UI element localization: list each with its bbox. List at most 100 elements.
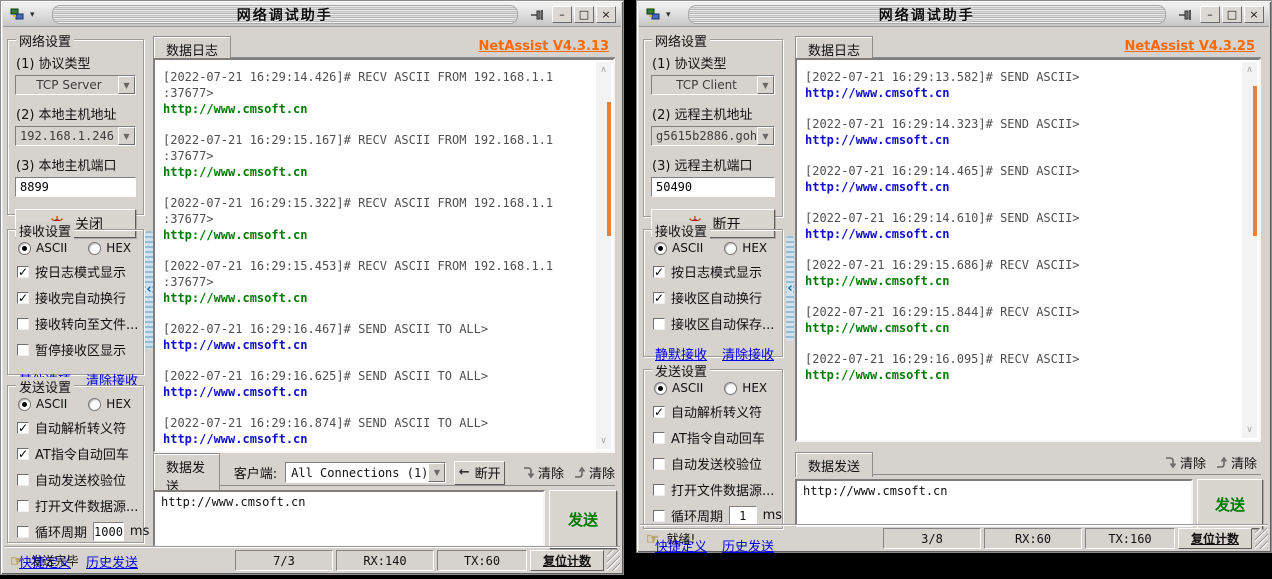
pin-icon[interactable] [528, 7, 546, 23]
dropdown-arrow-icon[interactable]: ▼ [757, 76, 774, 94]
log-area[interactable]: [2022-07-21 16:29:13.582]# SEND ASCII>ht… [795, 58, 1261, 442]
checkbox-cycle-period[interactable]: 循环周期 1000 ms [17, 522, 143, 541]
checkbox-parse-escape[interactable]: 自动解析转义符 [653, 402, 782, 421]
radio-ascii[interactable] [18, 398, 31, 411]
clear-receive-link[interactable]: 清除接收 [722, 344, 774, 363]
port-input[interactable]: 50490 [651, 177, 775, 197]
maximize-button[interactable]: □ [574, 6, 594, 23]
radio-hex[interactable] [88, 398, 101, 411]
protocol-select[interactable]: TCP Client ▼ [651, 75, 775, 95]
minimize-button[interactable]: – [1200, 6, 1220, 23]
version-link[interactable]: NetAssist V4.3.13 [478, 39, 609, 54]
menu-caret-icon[interactable]: ▾ [666, 10, 671, 20]
checkbox-box[interactable] [653, 292, 665, 304]
radio-hex[interactable] [88, 242, 101, 255]
checkbox-box[interactable] [17, 318, 29, 330]
reset-count-button[interactable]: 复位计数 [530, 550, 604, 571]
checkbox-box[interactable] [653, 432, 665, 444]
scroll-up-icon[interactable]: ∧ [596, 65, 611, 75]
checkbox-auto-newline[interactable]: 接收完自动换行 [17, 288, 143, 307]
checkbox-auto-checksum[interactable]: 自动发送校验位 [17, 470, 143, 489]
scroll-up-icon[interactable]: ∧ [1242, 65, 1257, 75]
host-select[interactable]: g5615b2886.goho. ▼ [651, 126, 775, 146]
clear-send-area-button[interactable]: 清除 [521, 463, 564, 482]
checkbox-box[interactable] [17, 422, 29, 434]
host-select[interactable]: 192.168.1.246 ▼ [15, 126, 136, 146]
pin-icon[interactable] [1176, 7, 1194, 23]
title-bar[interactable]: ▾ 网络调试助手 – □ × [639, 3, 1269, 27]
splitter-handle[interactable]: ‹ [145, 231, 153, 349]
radio-hex[interactable] [724, 382, 737, 395]
disconnect-button[interactable]: ← 断开 [454, 461, 505, 485]
checkbox-box[interactable] [653, 266, 665, 278]
send-button[interactable]: 发送 [549, 490, 617, 549]
checkbox-file-source[interactable]: 打开文件数据源... [17, 496, 143, 515]
dropdown-arrow-icon[interactable]: ▼ [428, 463, 445, 482]
scroll-down-icon[interactable]: ∨ [1242, 425, 1257, 435]
checkbox-at-enter[interactable]: AT指令自动回车 [17, 444, 143, 463]
checkbox-auto-save[interactable]: 接收区自动保存... [653, 314, 782, 333]
scrollbar-thumb[interactable] [1253, 86, 1257, 236]
panel-splitter[interactable]: ‹ [145, 31, 153, 553]
reset-count-button[interactable]: 复位计数 [1178, 528, 1252, 549]
checkbox-box[interactable] [17, 292, 29, 304]
scrollbar-thumb[interactable] [607, 102, 611, 236]
maximize-button[interactable]: □ [1222, 6, 1242, 23]
close-button[interactable]: × [1244, 6, 1264, 23]
cycle-period-input[interactable]: 1 [729, 506, 757, 525]
checkbox-box[interactable] [17, 448, 29, 460]
cycle-period-input[interactable]: 1000 [93, 522, 124, 541]
dropdown-arrow-icon[interactable]: ▼ [118, 76, 135, 94]
checkbox-file-source[interactable]: 打开文件数据源... [653, 480, 782, 499]
collapse-arrow-icon[interactable]: ‹ [787, 284, 792, 294]
splitter-handle[interactable]: ‹ [786, 236, 794, 341]
checkbox-pause-display[interactable]: 暂停接收区显示 [17, 340, 143, 359]
radio-hex[interactable] [724, 242, 737, 255]
checkbox-box[interactable] [17, 344, 29, 356]
clear-receive-area-button[interactable]: 清除 [1214, 453, 1257, 472]
connection-select[interactable]: All Connections (1) ▼ [285, 462, 446, 483]
radio-ascii[interactable] [654, 242, 667, 255]
checkbox-auto-newline[interactable]: 接收区自动换行 [653, 288, 782, 307]
checkbox-log-mode[interactable]: 按日志模式显示 [17, 262, 143, 281]
checkbox-box[interactable] [17, 526, 29, 538]
log-area[interactable]: [2022-07-21 16:29:14.426]# RECV ASCII FR… [153, 58, 615, 453]
clear-receive-area-button[interactable]: 清除 [572, 463, 615, 482]
checkbox-redirect-file[interactable]: 接收转向至文件... [17, 314, 143, 333]
checkbox-box[interactable] [653, 458, 665, 470]
close-button[interactable]: × [596, 6, 616, 23]
clear-send-area-button[interactable]: 清除 [1163, 453, 1206, 472]
menu-caret-icon[interactable]: ▾ [30, 10, 35, 20]
checkbox-auto-checksum[interactable]: 自动发送校验位 [653, 454, 782, 473]
scroll-down-icon[interactable]: ∨ [596, 436, 611, 446]
log-scrollbar[interactable]: ∧ ∨ [596, 62, 611, 449]
collapse-arrow-icon[interactable]: ‹ [146, 285, 151, 295]
log-scrollbar[interactable]: ∧ ∨ [1242, 62, 1257, 438]
radio-ascii[interactable] [654, 382, 667, 395]
resize-grip[interactable] [1255, 528, 1268, 549]
send-button[interactable]: 发送 [1197, 479, 1263, 529]
checkbox-box[interactable] [653, 484, 665, 496]
checkbox-parse-escape[interactable]: 自动解析转义符 [17, 418, 143, 437]
checkbox-at-enter[interactable]: AT指令自动回车 [653, 428, 782, 447]
window-menu-button[interactable]: ▾ [3, 3, 42, 26]
checkbox-cycle-period[interactable]: 循环周期 1 ms [653, 506, 782, 525]
checkbox-box[interactable] [17, 500, 29, 512]
tab-data-send[interactable]: 数据发送 [795, 452, 873, 477]
panel-splitter[interactable]: ‹ [786, 31, 794, 531]
dropdown-arrow-icon[interactable]: ▼ [118, 127, 135, 145]
title-bar[interactable]: ▾ 网络调试助手 – □ × [3, 3, 621, 27]
minimize-button[interactable]: – [552, 6, 572, 23]
checkbox-box[interactable] [653, 406, 665, 418]
version-link[interactable]: NetAssist V4.3.25 [1124, 39, 1255, 54]
checkbox-box[interactable] [653, 510, 665, 522]
port-input[interactable]: 8899 [15, 177, 136, 197]
radio-ascii[interactable] [18, 242, 31, 255]
send-input[interactable]: http://www.cmsoft.cn [795, 479, 1193, 527]
checkbox-box[interactable] [17, 266, 29, 278]
checkbox-log-mode[interactable]: 按日志模式显示 [653, 262, 782, 281]
checkbox-box[interactable] [17, 474, 29, 486]
checkbox-box[interactable] [653, 318, 665, 330]
send-input[interactable]: http://www.cmsoft.cn [153, 490, 545, 547]
resize-grip[interactable] [607, 550, 620, 571]
